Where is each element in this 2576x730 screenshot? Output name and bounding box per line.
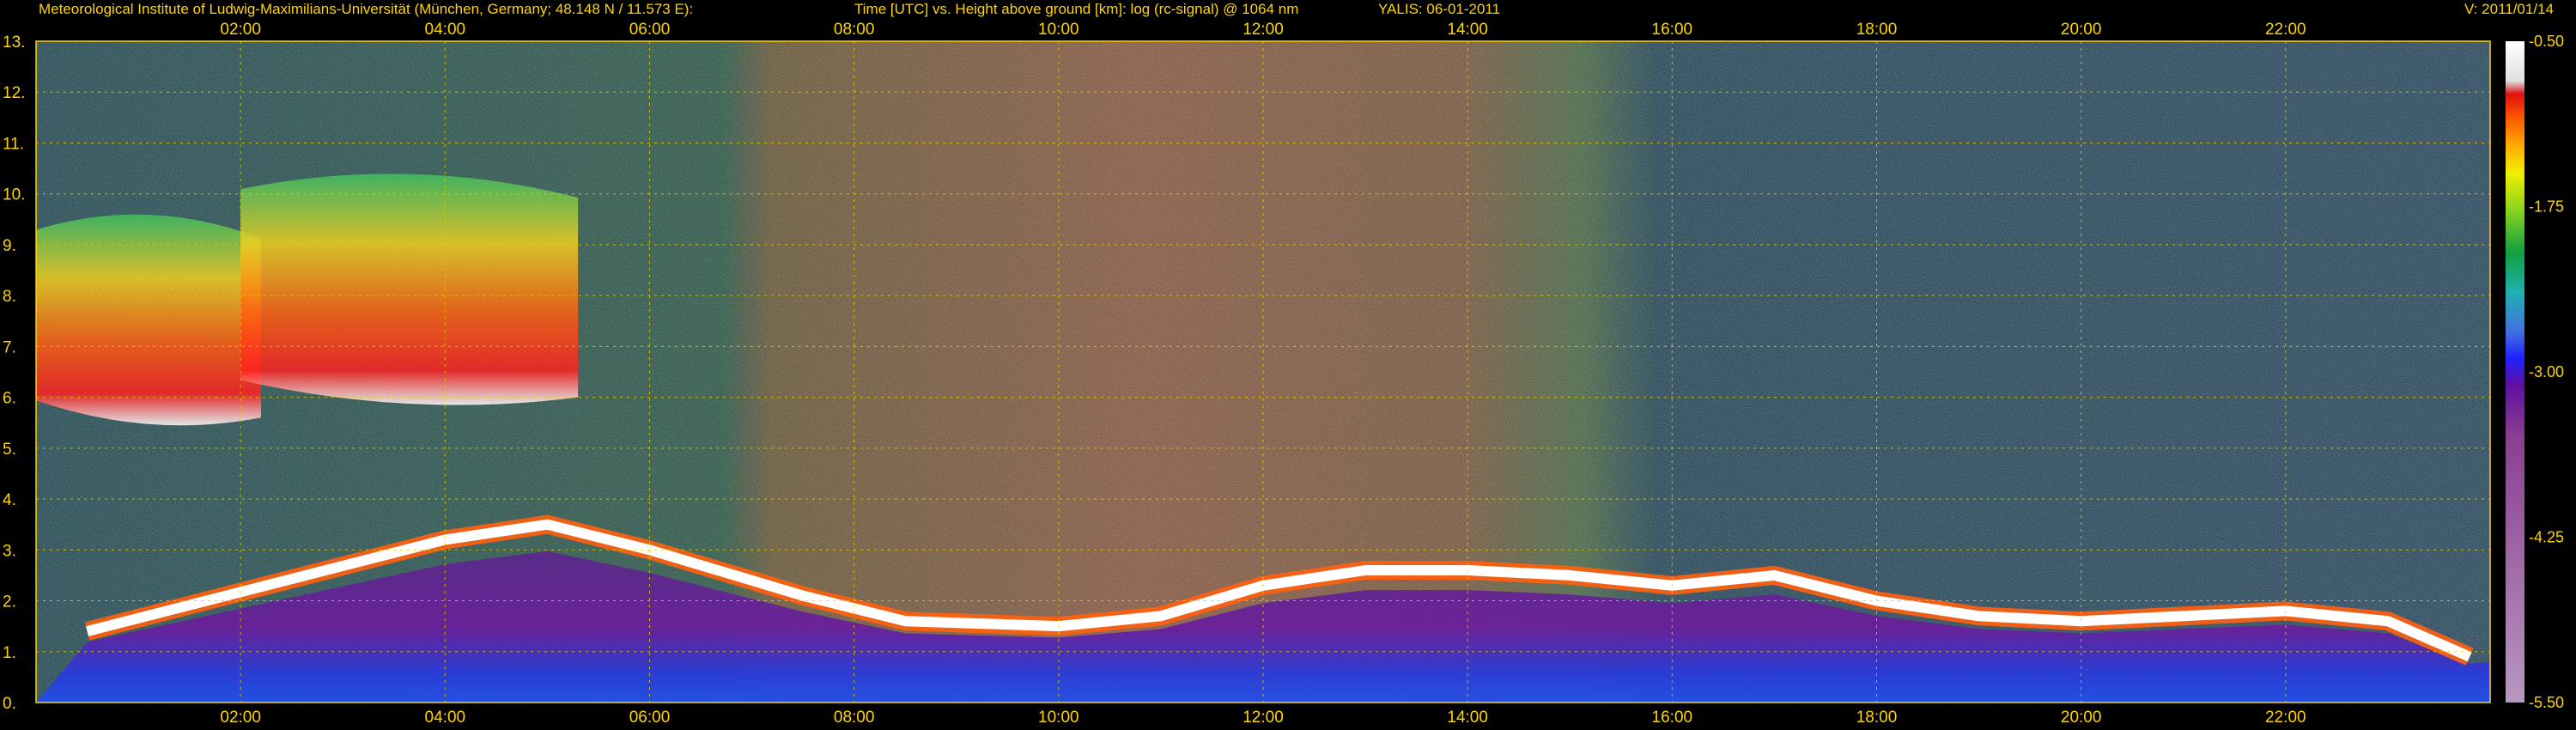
colorbar-tick-label: -5.50 (2529, 694, 2564, 711)
y-tick-label: 8. (3, 288, 16, 306)
y-tick-label: 11. (3, 135, 24, 153)
y-tick-label: 13. (3, 33, 25, 52)
x-tick-label-top: 14:00 (1447, 21, 1488, 39)
cirrus-cloud (240, 173, 579, 405)
y-tick-label: 3. (3, 542, 16, 560)
y-tick-label: 7. (3, 338, 16, 356)
y-tick-label: 10. (3, 186, 25, 204)
x-tick-label-top: 12:00 (1242, 21, 1284, 39)
colorbar-tick-label: -3.00 (2529, 363, 2564, 380)
colorbar: -0.50 -1.75 -3.00 -4.25 -5.50 (2506, 33, 2564, 711)
x-tick-label-top: 06:00 (629, 21, 671, 39)
x-tick-label-bottom: 06:00 (629, 709, 671, 727)
colorbar-tick-label: -1.75 (2529, 198, 2564, 216)
x-tick-label-bottom: 02:00 (220, 709, 261, 727)
x-tick-label-bottom: 22:00 (2265, 709, 2306, 727)
x-tick-label-top: 20:00 (2061, 21, 2102, 39)
x-tick-label-top: 02:00 (220, 21, 261, 39)
x-tick-label-bottom: 16:00 (1652, 709, 1693, 727)
x-tick-label-top: 16:00 (1652, 21, 1693, 39)
lidar-chart: 02:00 02:00 04:00 04:00 06:00 06:00 08:00 08:00… (3, 21, 2564, 727)
x-tick-label-bottom: 12:00 (1242, 709, 1284, 727)
colorbar-tick-label: -4.25 (2529, 529, 2564, 546)
y-tick-label: 9. (3, 237, 16, 255)
x-tick-label-bottom: 18:00 (1856, 709, 1898, 727)
x-tick-label-top: 04:00 (425, 21, 466, 39)
y-tick-label: 0. (3, 695, 16, 713)
x-tick-label-top: 22:00 (2265, 21, 2306, 39)
x-tick-label-top: 18:00 (1856, 21, 1898, 39)
cirrus-cloud (36, 214, 261, 426)
x-tick-label-bottom: 08:00 (834, 709, 875, 727)
x-tick-label-top: 08:00 (834, 21, 875, 39)
x-tick-label-top: 10:00 (1038, 21, 1079, 39)
x-tick-label-bottom: 10:00 (1038, 709, 1079, 727)
y-tick-label: 5. (3, 441, 16, 459)
x-tick-label-bottom: 04:00 (425, 709, 466, 727)
y-tick-label: 2. (3, 593, 16, 611)
x-tick-label-bottom: 14:00 (1447, 709, 1488, 727)
y-tick-label: 6. (3, 390, 16, 408)
colorbar-gradient (2506, 41, 2524, 703)
y-tick-label: 4. (3, 491, 16, 509)
x-tick-label-bottom: 20:00 (2061, 709, 2102, 727)
y-tick-label: 12. (3, 84, 25, 102)
y-tick-label: 1. (3, 644, 16, 662)
colorbar-tick-label: -0.50 (2529, 33, 2564, 50)
